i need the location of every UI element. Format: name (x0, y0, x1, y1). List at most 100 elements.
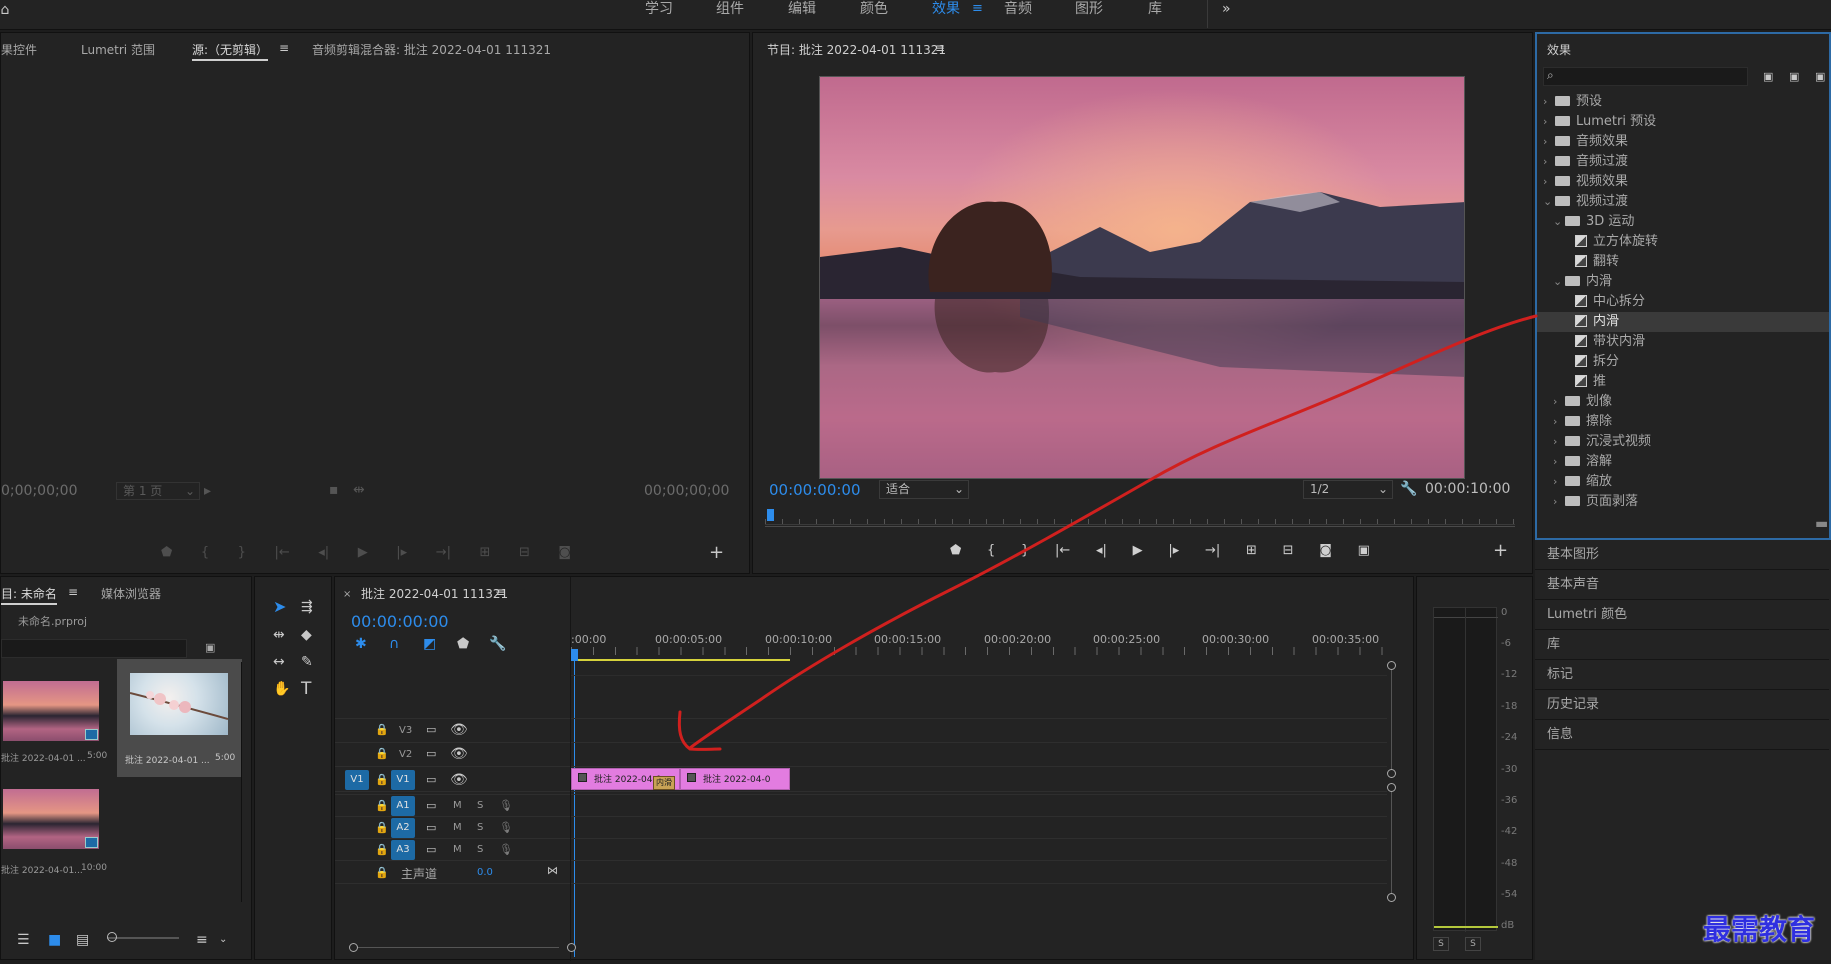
timeline-timecode[interactable]: 00:00:00:00 (351, 612, 449, 631)
bowtie-icon[interactable]: ⋈ (547, 863, 558, 879)
panel-libraries[interactable]: 库 (1535, 630, 1829, 660)
chevron-right-icon[interactable]: › (1543, 152, 1555, 172)
eye-icon[interactable]: 👁 (450, 772, 468, 788)
effects-item[interactable]: 拆分 (1537, 352, 1829, 372)
effects-folder[interactable]: › 划像 (1537, 392, 1829, 412)
track-target-a3[interactable]: A3 (391, 840, 415, 860)
timeline-zoom-bar[interactable] (353, 947, 559, 948)
effects-folder[interactable]: › 沉浸式视频 (1537, 432, 1829, 452)
effects-folder[interactable]: ⌄ 3D 运动 (1537, 212, 1829, 232)
solo-button[interactable]: S (477, 800, 483, 811)
insert-icon[interactable]: ⊞ (480, 545, 491, 563)
mute-button[interactable]: M (453, 822, 462, 833)
track-target-a1[interactable]: A1 (391, 796, 415, 816)
lock-icon[interactable]: 🔒 (375, 842, 389, 858)
tab-menu-icon[interactable]: ≡ (68, 585, 78, 599)
list-view-icon[interactable]: ☰ (17, 932, 30, 948)
clip[interactable]: 批注 2022-04-0 (680, 768, 790, 790)
work-area-bar[interactable] (571, 659, 790, 661)
chevron-right-icon[interactable]: › (1553, 452, 1565, 472)
step-forward-icon[interactable]: |▸ (396, 545, 407, 563)
scroll-handle[interactable] (349, 943, 358, 952)
find-icon[interactable]: ▣ (205, 640, 215, 656)
effects-item[interactable]: 立方体旋转 (1537, 232, 1829, 252)
ripple-edit-tool-icon[interactable]: ⇹ (273, 627, 285, 643)
track-v3[interactable]: 🔒 V3 ▭ 👁 (335, 718, 1387, 742)
scroll-handle[interactable] (1387, 769, 1396, 778)
sync-lock-icon[interactable]: ▭ (426, 722, 436, 738)
new-bin-icon[interactable]: ▬ (1815, 516, 1828, 532)
mute-button[interactable]: M (453, 800, 462, 811)
tab-project[interactable]: 目: 未命名 (1, 585, 57, 605)
go-to-in-icon[interactable]: |← (1055, 543, 1070, 561)
lock-icon[interactable]: 🔒 (375, 722, 389, 738)
track-a3[interactable]: 🔒 A3 ▭ M S 🎙 (335, 838, 1387, 860)
type-tool-icon[interactable]: T (301, 681, 311, 698)
track-v1[interactable]: V1 🔒 V1 ▭ 👁 批注 2022-04-0 批注 2022-04-0 内滑 (335, 766, 1387, 792)
lock-icon[interactable]: 🔒 (375, 865, 389, 881)
workspace-learn[interactable]: 学习 (645, 0, 673, 30)
panel-essential-sound[interactable]: 基本声音 (1535, 570, 1829, 600)
add-marker-icon[interactable]: ⬟ (457, 636, 469, 652)
effects-folder[interactable]: › 页面剥落 (1537, 492, 1829, 512)
workspace-audio[interactable]: 音频 (1004, 0, 1032, 30)
panel-lumetri-color[interactable]: Lumetri 颜色 (1535, 600, 1829, 630)
nest-icon[interactable]: ✱ (355, 636, 367, 652)
razor-tool-icon[interactable]: ◆ (301, 627, 312, 643)
effects-folder[interactable]: ⌄ 内滑 (1537, 272, 1829, 292)
microphone-icon[interactable]: 🎙 (499, 798, 513, 814)
workspace-color[interactable]: 颜色 (860, 0, 888, 30)
tab-lumetri-scopes[interactable]: Lumetri 范围 (81, 41, 155, 58)
transition-marker[interactable]: 内滑 (653, 776, 675, 790)
go-to-out-icon[interactable]: →| (1205, 543, 1220, 561)
tab-source[interactable]: 源:（无剪辑） (192, 41, 269, 61)
time-ruler[interactable]: :00:00 00:00:05:00 00:00:10:00 00:00:15:… (571, 633, 1391, 673)
mark-out-icon[interactable]: } (238, 545, 246, 563)
workspace-graphics[interactable]: 图形 (1075, 0, 1103, 30)
chevron-down-icon[interactable]: ⌄ (1553, 212, 1565, 232)
lock-icon[interactable]: 🔒 (375, 772, 389, 788)
track-target-v1[interactable]: V1 (391, 770, 415, 790)
compare-view-icon[interactable]: ▣ (1358, 543, 1370, 561)
workspace-libraries[interactable]: 库 (1148, 0, 1162, 30)
add-marker-icon[interactable]: ⬟ (161, 545, 172, 563)
sync-lock-icon[interactable]: ▭ (426, 820, 436, 836)
icon-view-icon[interactable]: ■ (48, 932, 61, 948)
mark-in-icon[interactable]: { (201, 545, 209, 563)
play-icon[interactable]: ▸ (204, 483, 211, 499)
panel-history[interactable]: 历史记录 (1535, 690, 1829, 720)
settings-icon[interactable]: ▪ (329, 482, 339, 498)
panel-menu-icon[interactable]: ≡ (935, 41, 945, 55)
lift-icon[interactable]: ⊞ (1246, 543, 1257, 561)
add-button-icon[interactable]: + (1493, 542, 1508, 560)
drag-video-icon[interactable]: ⇹ (353, 482, 365, 498)
source-patch-v1[interactable]: V1 (345, 770, 369, 790)
project-item[interactable]: 批注 2022-04-01 ... 5:00 (1, 669, 115, 777)
effects-folder[interactable]: › 溶解 (1537, 452, 1829, 472)
panel-essential-graphics[interactable]: 基本图形 (1535, 540, 1829, 570)
wrench-icon[interactable]: 🔧 (1400, 481, 1417, 497)
more-workspaces-icon[interactable]: » (1222, 0, 1231, 30)
workspace-menu-icon[interactable]: ≡ (972, 0, 983, 30)
snap-icon[interactable]: ∩ (389, 636, 399, 652)
sync-lock-icon[interactable]: ▭ (426, 798, 436, 814)
sync-lock-icon[interactable]: ▭ (426, 842, 436, 858)
effects-folder[interactable]: › 音频效果 (1537, 132, 1829, 152)
effects-folder[interactable]: › Lumetri 预设 (1537, 112, 1829, 132)
scroll-handle[interactable] (567, 943, 576, 952)
effects-folder[interactable]: › 擦除 (1537, 412, 1829, 432)
step-back-icon[interactable]: ◂| (318, 545, 329, 563)
source-timecode-current[interactable]: 0;00;00;00 (1, 483, 78, 499)
track-v2[interactable]: 🔒 V2 ▭ 👁 (335, 742, 1387, 766)
lock-icon[interactable]: 🔒 (375, 798, 389, 814)
zoom-slider[interactable] (107, 937, 179, 939)
zoom-slider-handle[interactable] (107, 932, 117, 942)
tab-media-browser[interactable]: 媒体浏览器 (101, 585, 161, 602)
program-title[interactable]: 节目: 批注 2022-04-01 111321 (767, 41, 946, 58)
export-frame-icon[interactable]: ◙ (1319, 543, 1332, 561)
add-button-icon[interactable]: + (709, 544, 724, 562)
lock-icon[interactable]: 🔒 (375, 746, 389, 762)
mark-out-icon[interactable]: } (1021, 543, 1029, 561)
timeline-title[interactable]: 批注 2022-04-01 111321 (361, 585, 508, 602)
solo-left-button[interactable]: S (1433, 937, 1449, 951)
